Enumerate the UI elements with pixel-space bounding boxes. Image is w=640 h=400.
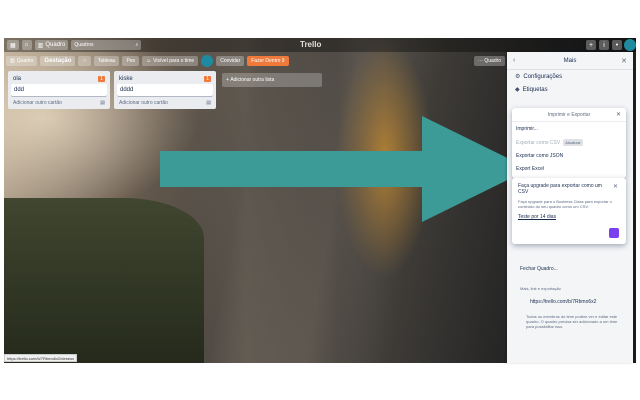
create-button[interactable]: + [586,40,596,50]
arrow-shape [160,116,530,222]
list-title[interactable]: kiske [119,76,133,82]
print-export-popup: Imprimir e Exportar ✕ Imprimir... Export… [512,108,626,178]
board-icon: ▥ [10,58,15,64]
upgrade-badge: Atualizar [563,139,583,146]
power-up-button[interactable]: Fazer Dentro 9 [247,56,289,66]
list-badge: 1 [98,75,105,82]
list-kiske: kiske 1 dddd Adicionar outro cartão ▤ [114,71,216,109]
people-icon: ☺ [146,58,152,64]
info-button[interactable]: i [599,40,609,50]
list-header: ola 1 [11,73,107,84]
menu-item-label: Exportar como CSV [516,139,561,146]
add-card-button[interactable]: Adicionar outro cartão ▤ [11,99,107,107]
notifications-button[interactable]: • [612,40,622,50]
search-placeholder: Quadros [74,42,94,48]
card[interactable]: ddd [11,84,107,96]
org-button[interactable]: Tableau [93,56,120,66]
list-title[interactable]: ola [13,76,21,82]
add-card-button[interactable]: Adicionar outro cartão ▤ [117,99,213,107]
user-avatar[interactable] [624,39,636,51]
show-menu-button[interactable]: ⋯ Quadro [474,56,506,66]
sidebar-title: Mais [563,57,577,64]
card[interactable]: dddd [117,84,213,96]
label-icon: ◆ [515,87,520,93]
menu-item-export-excel[interactable]: Export Excel [512,162,626,175]
sidebar-item-label: Etiquetas [522,86,548,93]
trial-link[interactable]: Teste por 14 dias [518,214,620,220]
board-icon: ▥ [37,42,44,49]
sidebar-header: ‹ Mais ✕ [507,52,633,70]
sidebar-item-labels[interactable]: ◆ Etiquetas [507,83,633,96]
trello-logo[interactable]: Trello [300,40,321,49]
member-avatar[interactable] [201,55,214,67]
popup-header: Imprimir e Exportar ✕ [512,108,626,122]
home-icon: ⌂ [24,42,29,48]
board-name[interactable]: Gestação [40,56,76,66]
add-card-label: Adicionar outro cartão [13,100,62,106]
board-link[interactable]: https://trello.com/b/7Rbmo6x2 [530,299,596,305]
close-board-link[interactable]: Fechar Quadro... [520,266,558,272]
star-button[interactable]: ☆ [78,56,91,66]
apps-button[interactable]: ▦ [7,40,19,50]
sidebar-item-settings[interactable]: ⚙ Configurações [507,70,633,83]
topbar-right: + i • [586,40,622,50]
list-badge: 1 [204,75,211,82]
sidebar-item-label: Configurações [523,73,563,80]
board-menu-label: Quadro [16,58,34,64]
close-icon[interactable]: ✕ [616,111,621,118]
grid-icon: ▦ [10,42,16,49]
upgrade-body: Faça upgrade para o Business Class para … [518,199,612,209]
menu-item-label: Imprimir... [516,126,538,132]
visibility-button[interactable]: ☺ Visível para o time [142,56,199,66]
business-class-icon [609,228,619,238]
background-forest [4,198,204,363]
menu-item-label: Exportar como JSON [516,153,564,159]
personal-button[interactable]: Pes [122,56,140,66]
visibility-label: Visível para o time [153,58,195,64]
board-menu-button[interactable]: ▥ Quadro [6,56,38,66]
popup-title: Imprimir e Exportar [547,111,591,118]
board-header: ▥ Quadro Gestação ☆ Tableau Pes ☺ Visíve… [4,55,289,67]
upgrade-prompt: Faça upgrade para exportar como um CSV ✕… [512,178,626,244]
status-url: https://trello.com/b/7Rbmo6x2/deseux [4,354,78,362]
menu-label: Quadro [484,58,502,64]
invite-button[interactable]: Convidar [216,56,245,66]
close-icon[interactable]: ✕ [621,57,627,65]
search-icon: ⌕ [135,42,139,48]
visibility-note: Todos os membros do time podem ver e edi… [526,314,618,329]
menu-item-print[interactable]: Imprimir... [512,122,626,135]
menu-item-export-json[interactable]: Exportar como JSON [512,149,626,162]
boards-label: Quadro [45,42,66,48]
home-button[interactable]: ⌂ [21,40,32,50]
annotation-arrow [160,116,530,222]
boards-button[interactable]: ▥ Quadro [34,40,69,50]
close-icon[interactable]: ✕ [613,183,618,190]
add-list-label: Adicionar outra lista [230,77,275,83]
add-list-button[interactable]: + Adicionar outra lista [222,73,322,87]
upgrade-title: Faça upgrade para exportar como um CSV [518,183,602,195]
menu-item-export-csv[interactable]: Exportar como CSV Atualizar [512,135,626,149]
share-section-label: Mais, link e exportação [520,286,561,291]
back-icon[interactable]: ‹ [513,57,515,64]
template-icon: ▤ [206,100,211,106]
add-card-label: Adicionar outro cartão [119,100,168,106]
menu-item-label: Export Excel [516,166,545,172]
gear-icon: ⚙ [515,74,521,80]
list-ola: ola 1 ddd Adicionar outro cartão ▤ [8,71,110,109]
list-header: kiske 1 [117,73,213,84]
template-icon: ▤ [100,100,105,106]
search-input[interactable]: Quadros ⌕ [71,40,142,50]
